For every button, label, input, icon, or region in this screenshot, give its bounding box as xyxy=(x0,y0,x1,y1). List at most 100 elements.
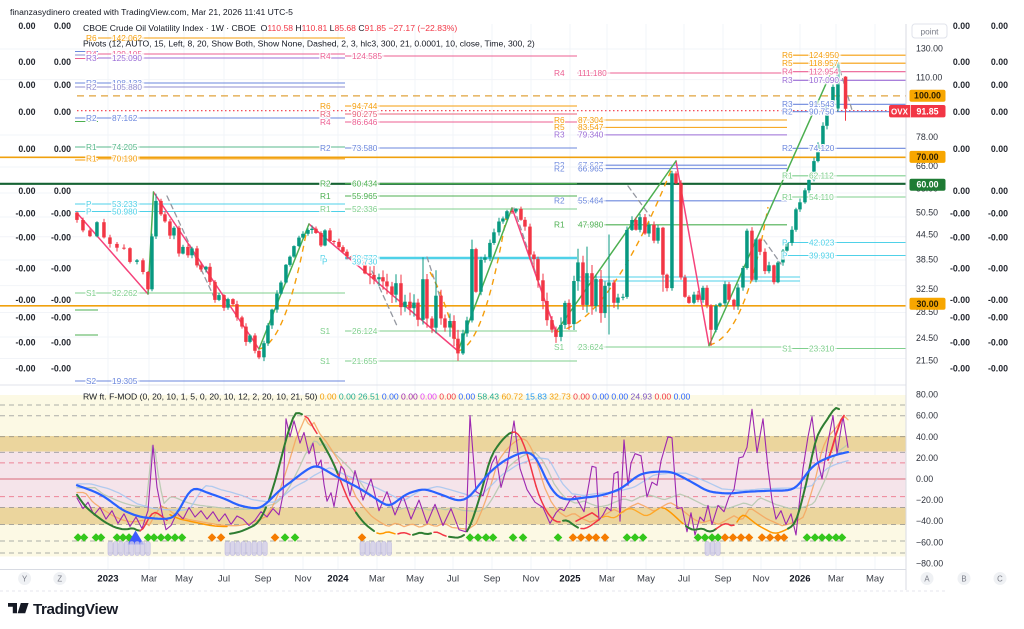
svg-text:125.090: 125.090 xyxy=(112,53,142,63)
svg-text:-0.00: -0.00 xyxy=(51,364,71,374)
svg-text:-0.00: -0.00 xyxy=(15,295,35,305)
svg-text:0.00: 0.00 xyxy=(953,21,970,31)
svg-text:70.00: 70.00 xyxy=(916,152,938,162)
svg-text:OVX: OVX xyxy=(891,107,909,116)
svg-text:2026: 2026 xyxy=(789,574,810,585)
svg-text:R3: R3 xyxy=(554,130,565,140)
svg-text:Pivots (12, AUTO, 15, Left, 8,: Pivots (12, AUTO, 15, Left, 8, 20, Show … xyxy=(83,39,535,49)
svg-text:86.646: 86.646 xyxy=(352,117,378,127)
svg-text:74.205: 74.205 xyxy=(112,142,138,152)
svg-text:0.00: 0.00 xyxy=(953,57,970,67)
svg-text:60.00: 60.00 xyxy=(916,411,938,421)
svg-text:P: P xyxy=(322,256,328,266)
svg-text:P: P xyxy=(86,206,92,216)
svg-text:Sep: Sep xyxy=(255,574,272,585)
svg-text:2025: 2025 xyxy=(559,574,581,585)
svg-text:Z: Z xyxy=(57,574,62,583)
svg-text:-0.00: -0.00 xyxy=(988,233,1008,243)
svg-text:R1: R1 xyxy=(320,191,331,201)
svg-text:R2: R2 xyxy=(782,143,793,153)
svg-text:R2: R2 xyxy=(320,178,331,188)
svg-text:-0.00: -0.00 xyxy=(950,264,970,274)
svg-text:50.50: 50.50 xyxy=(916,208,938,218)
svg-text:21.655: 21.655 xyxy=(352,356,378,366)
svg-text:30.00: 30.00 xyxy=(916,299,938,309)
svg-text:70.190: 70.190 xyxy=(112,154,138,164)
svg-text:R4: R4 xyxy=(320,51,331,61)
svg-text:44.50: 44.50 xyxy=(916,230,938,240)
svg-text:100.00: 100.00 xyxy=(914,91,941,101)
svg-text:0.00: 0.00 xyxy=(991,144,1008,154)
svg-text:P: P xyxy=(782,250,788,260)
svg-text:Sep: Sep xyxy=(715,574,732,585)
svg-text:S1: S1 xyxy=(782,343,793,353)
svg-text:R1: R1 xyxy=(86,154,97,164)
svg-text:87.162: 87.162 xyxy=(112,113,138,123)
svg-text:2023: 2023 xyxy=(97,574,118,585)
svg-text:R2: R2 xyxy=(554,163,565,173)
svg-text:-0.00: -0.00 xyxy=(51,209,71,219)
svg-text:73.580: 73.580 xyxy=(352,143,378,153)
svg-text:-0.00: -0.00 xyxy=(988,209,1008,219)
svg-text:111.180: 111.180 xyxy=(578,68,607,78)
svg-text:Sep: Sep xyxy=(484,574,501,585)
svg-text:0.00: 0.00 xyxy=(953,107,970,117)
svg-text:124.585: 124.585 xyxy=(352,51,382,61)
svg-text:A: A xyxy=(924,574,930,583)
svg-text:point: point xyxy=(921,26,940,36)
svg-text:TradingView: TradingView xyxy=(33,601,118,618)
svg-text:CBOE Crude Oil Volatility Inde: CBOE Crude Oil Volatility Index · 1W · C… xyxy=(83,23,457,33)
svg-text:R3: R3 xyxy=(86,53,97,63)
svg-text:May: May xyxy=(866,574,884,585)
svg-text:23.310: 23.310 xyxy=(809,343,835,353)
svg-text:−60.00: −60.00 xyxy=(916,537,943,547)
svg-text:Nov: Nov xyxy=(753,574,770,585)
svg-text:21.50: 21.50 xyxy=(916,356,938,366)
svg-text:-0.00: -0.00 xyxy=(51,264,71,274)
svg-text:0.00: 0.00 xyxy=(18,186,35,196)
svg-text:107.090: 107.090 xyxy=(809,75,839,85)
svg-text:-0.00: -0.00 xyxy=(51,295,71,305)
svg-text:32.262: 32.262 xyxy=(112,288,138,298)
svg-text:40.00: 40.00 xyxy=(916,432,938,442)
svg-text:-0.00: -0.00 xyxy=(950,295,970,305)
svg-text:−40.00: −40.00 xyxy=(916,516,943,526)
svg-text:May: May xyxy=(637,574,655,585)
svg-text:R1: R1 xyxy=(554,220,565,230)
svg-text:130.00: 130.00 xyxy=(916,44,943,54)
svg-text:Jul: Jul xyxy=(678,574,690,585)
svg-text:60.00: 60.00 xyxy=(916,180,938,190)
svg-text:S1: S1 xyxy=(554,342,565,352)
svg-text:R1: R1 xyxy=(86,142,97,152)
svg-text:-0.00: -0.00 xyxy=(950,209,970,219)
svg-text:0.00: 0.00 xyxy=(54,186,71,196)
svg-text:-0.00: -0.00 xyxy=(15,209,35,219)
svg-text:19.305: 19.305 xyxy=(112,376,138,386)
svg-text:-0.00: -0.00 xyxy=(988,264,1008,274)
svg-text:0.00: 0.00 xyxy=(54,107,71,117)
svg-text:R1: R1 xyxy=(320,204,331,214)
svg-text:66.965: 66.965 xyxy=(578,163,604,173)
svg-text:0.00: 0.00 xyxy=(54,144,71,154)
svg-text:23.624: 23.624 xyxy=(578,342,604,352)
svg-text:-0.00: -0.00 xyxy=(15,264,35,274)
svg-text:R1: R1 xyxy=(782,192,793,202)
svg-text:0.00: 0.00 xyxy=(54,21,71,31)
svg-text:0.00: 0.00 xyxy=(18,107,35,117)
svg-text:−20.00: −20.00 xyxy=(916,495,943,505)
svg-text:Nov: Nov xyxy=(295,574,312,585)
svg-text:R2: R2 xyxy=(86,82,97,92)
svg-text:Jul: Jul xyxy=(447,574,459,585)
svg-text:Mar: Mar xyxy=(369,574,385,585)
svg-text:-0.00: -0.00 xyxy=(950,313,970,323)
svg-text:-0.00: -0.00 xyxy=(15,364,35,374)
svg-text:55.464: 55.464 xyxy=(578,196,604,206)
svg-text:0.00: 0.00 xyxy=(953,80,970,90)
svg-text:R2: R2 xyxy=(320,143,331,153)
svg-text:-0.00: -0.00 xyxy=(51,313,71,323)
svg-text:0.00: 0.00 xyxy=(953,186,970,196)
svg-text:0.00: 0.00 xyxy=(991,186,1008,196)
svg-text:2024: 2024 xyxy=(327,574,349,585)
svg-text:-0.00: -0.00 xyxy=(988,364,1008,374)
svg-text:55.965: 55.965 xyxy=(352,191,378,201)
